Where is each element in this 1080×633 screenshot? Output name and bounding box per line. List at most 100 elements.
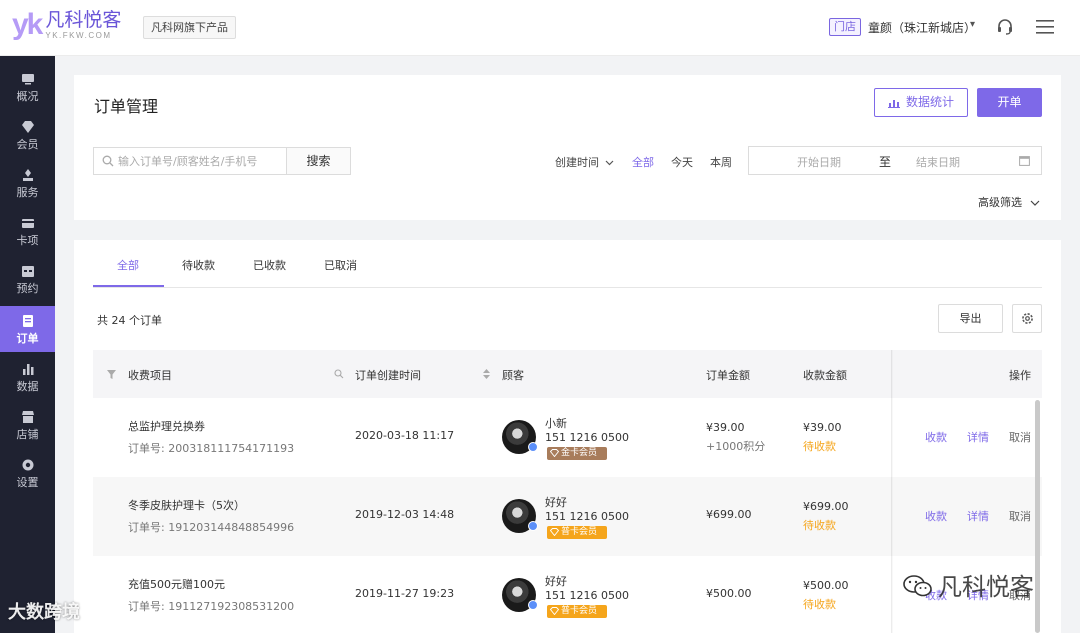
order-amount: ¥39.00 xyxy=(706,421,745,434)
active-tab-indicator xyxy=(93,285,164,287)
created-time-label: 创建时间 xyxy=(555,156,599,169)
item-name: 总监护理兑换券 xyxy=(128,420,205,433)
menu-icon[interactable] xyxy=(1036,19,1054,35)
cancel-button[interactable]: 取消 xyxy=(1009,508,1031,524)
details-button[interactable]: 详情 xyxy=(967,508,989,524)
sort-icon[interactable] xyxy=(483,369,490,379)
paid-amount: ¥39.00 xyxy=(803,421,842,434)
collect-button[interactable]: 收款 xyxy=(925,429,947,445)
date-range-picker[interactable]: 开始日期 至 结束日期 xyxy=(748,146,1042,175)
order-created-time: 2019-12-03 14:48 xyxy=(355,508,455,521)
logo-mark: yk xyxy=(12,8,43,41)
sidebar-item-label: 卡项 xyxy=(16,234,39,247)
filter-this-week[interactable]: 本周 xyxy=(710,154,732,170)
customer-name[interactable]: 小新 xyxy=(545,415,567,431)
order-amount: ¥699.00 xyxy=(706,508,752,521)
store-icon xyxy=(21,411,34,423)
column-header-created-time: 订单创建时间 xyxy=(355,369,421,382)
paid-amount: ¥500.00 xyxy=(803,579,849,592)
member-level: 普卡会员 xyxy=(561,527,598,537)
stats-button[interactable]: 数据统计 xyxy=(874,88,968,117)
cancel-button[interactable]: 取消 xyxy=(1009,429,1031,445)
diamond-icon xyxy=(550,528,559,536)
search-icon[interactable] xyxy=(334,369,344,379)
total-order-count: 共 24 个订单 xyxy=(97,314,162,327)
sidebar-item-overview[interactable]: 概况 xyxy=(0,64,55,110)
member-badge: 金卡会员 xyxy=(547,447,608,460)
column-header-item: 收费项目 xyxy=(128,369,172,382)
start-date-input[interactable]: 开始日期 xyxy=(797,154,841,170)
logo[interactable]: yk 凡科悦客 YK.FKW.COM xyxy=(12,9,121,41)
export-button[interactable]: 导出 xyxy=(938,304,1003,333)
monitor-icon xyxy=(21,74,34,85)
created-time-filter[interactable]: 创建时间 xyxy=(555,154,614,170)
filter-icon[interactable] xyxy=(107,370,116,379)
gear-icon xyxy=(1022,313,1033,324)
order-created-time: 2019-11-27 19:23 xyxy=(355,587,455,600)
item-name: 冬季皮肤护理卡（5次） xyxy=(128,499,245,512)
tab-all[interactable]: 全部 xyxy=(117,257,139,273)
status-badge: 待收款 xyxy=(803,598,836,611)
gear-icon xyxy=(22,459,33,471)
filter-today[interactable]: 今天 xyxy=(671,154,693,170)
diamond-icon xyxy=(550,449,559,457)
member-badge: 普卡会员 xyxy=(547,526,608,539)
store-switcher[interactable]: 童颜（珠江新城店） xyxy=(868,19,976,36)
diamond-icon xyxy=(550,607,559,615)
sidebar-item-cards[interactable]: 卡项 xyxy=(0,208,55,254)
card-icon xyxy=(21,219,34,228)
tab-paid[interactable]: 已收款 xyxy=(253,257,286,273)
search-icon xyxy=(102,155,114,167)
customer-name[interactable]: 好好 xyxy=(545,494,567,510)
table-row: 充值500元赠100元 订单号: 191127192308531200 2019… xyxy=(93,556,1042,633)
open-order-button[interactable]: 开单 xyxy=(977,88,1042,117)
search-input[interactable] xyxy=(118,152,283,170)
end-date-input[interactable]: 结束日期 xyxy=(916,154,960,170)
sidebar-item-label: 订单 xyxy=(16,332,39,345)
advanced-filter-toggle[interactable]: 高级筛选 xyxy=(978,194,1040,210)
order-number: 订单号: 191203144848854996 xyxy=(128,521,295,534)
sidebar-item-label: 概况 xyxy=(16,90,39,103)
male-icon xyxy=(528,521,538,531)
member-level: 金卡会员 xyxy=(561,448,598,458)
watermark-right: 凡科悦客 xyxy=(938,573,1034,601)
customer-phone: 151 1216 0500 xyxy=(545,431,629,444)
status-badge: 待收款 xyxy=(803,440,836,453)
sidebar-item-label: 预约 xyxy=(16,282,39,295)
sidebar: 概况 会员 服务 卡项 预约 订单 数据 店铺 设置 xyxy=(0,56,55,633)
sidebar-item-services[interactable]: 服务 xyxy=(0,160,55,206)
tab-cancelled[interactable]: 已取消 xyxy=(324,257,357,273)
chevron-down-icon xyxy=(1030,200,1039,206)
table-row: 冬季皮肤护理卡（5次） 订单号: 191203144848854996 2019… xyxy=(93,477,1042,556)
order-amount: ¥500.00 xyxy=(706,587,752,600)
headset-icon[interactable] xyxy=(996,18,1014,36)
sidebar-item-data[interactable]: 数据 xyxy=(0,354,55,400)
column-header-customer: 顾客 xyxy=(502,369,524,382)
date-separator: 至 xyxy=(879,155,892,169)
column-settings-button[interactable] xyxy=(1012,304,1042,333)
sidebar-item-orders[interactable]: 订单 xyxy=(0,306,55,352)
chevron-down-icon[interactable]: ▾ xyxy=(970,19,975,30)
search-button[interactable]: 搜索 xyxy=(286,147,351,175)
status-badge: 待收款 xyxy=(803,519,836,532)
sidebar-item-label: 会员 xyxy=(16,138,39,151)
column-header-paid-amount: 收款金额 xyxy=(803,369,847,382)
details-button[interactable]: 详情 xyxy=(967,429,989,445)
filter-all[interactable]: 全部 xyxy=(632,154,654,170)
sidebar-item-label: 店铺 xyxy=(16,428,39,441)
paid-amount: ¥699.00 xyxy=(803,500,849,513)
logo-name: 凡科悦客 xyxy=(45,9,122,31)
sidebar-item-members[interactable]: 会员 xyxy=(0,112,55,158)
sidebar-item-store[interactable]: 店铺 xyxy=(0,402,55,448)
filter-panel: 订单管理 数据统计 开单 搜索 创建时间 全部 今天 本周 开始日期 至 结束日… xyxy=(74,75,1061,220)
order-number: 订单号: 200318111754171193 xyxy=(128,442,295,455)
collect-button[interactable]: 收款 xyxy=(925,508,947,524)
column-header-order-amount: 订单金额 xyxy=(706,369,750,382)
customer-name[interactable]: 好好 xyxy=(545,573,567,589)
search-box xyxy=(93,147,287,175)
scrollbar[interactable] xyxy=(1035,400,1040,633)
order-points: +1000积分 xyxy=(706,440,766,453)
sidebar-item-appointments[interactable]: 预约 xyxy=(0,256,55,302)
sidebar-item-settings[interactable]: 设置 xyxy=(0,450,55,496)
tab-pending[interactable]: 待收款 xyxy=(182,257,215,273)
